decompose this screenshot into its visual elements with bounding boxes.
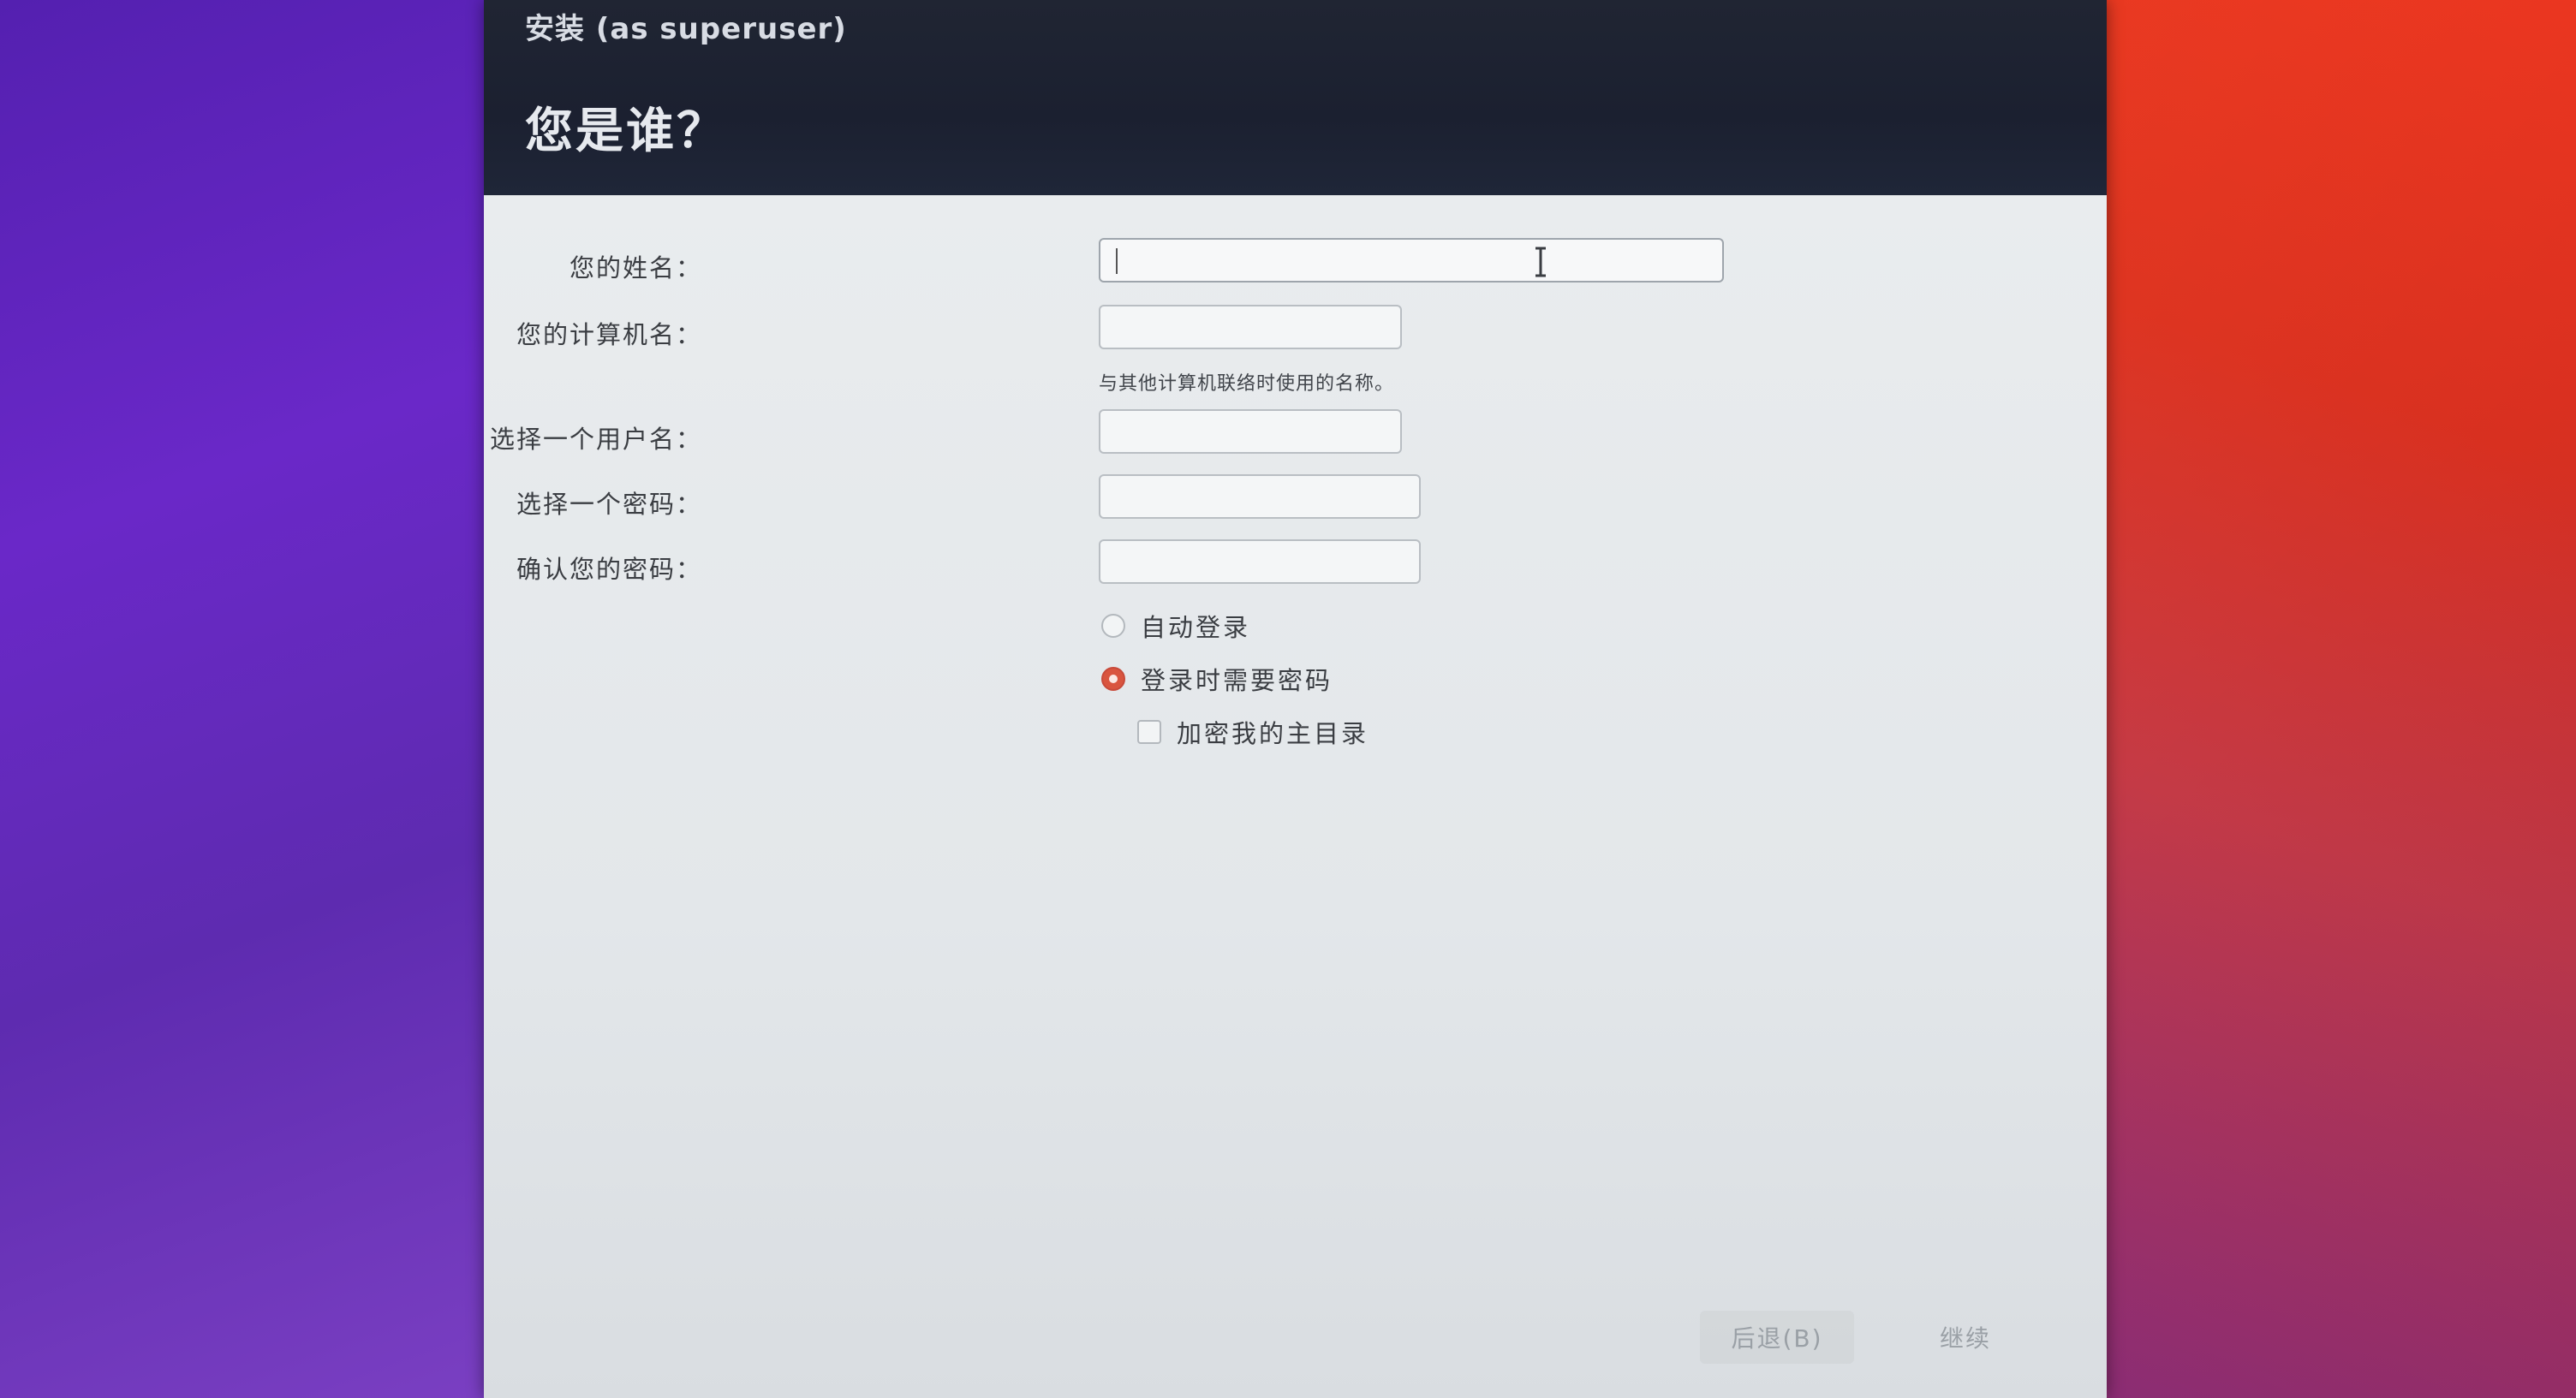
computer-name-hint: 与其他计算机联络时使用的名称。 xyxy=(1099,373,1395,395)
installer-window: 安装 (as superuser) 您是谁？ 您的姓名： 您的计算机名： 与其他… xyxy=(484,0,2107,1398)
confirm-password-input[interactable] xyxy=(1099,539,1421,584)
wallpaper-left xyxy=(0,0,484,1398)
window-header: 安装 (as superuser) 您是谁？ xyxy=(484,0,2107,195)
text-caret xyxy=(1116,248,1118,274)
auto-login-radio[interactable] xyxy=(1101,614,1125,638)
require-password-label: 登录时需要密码 xyxy=(1141,666,1333,695)
continue-button[interactable]: 继续 xyxy=(1897,1311,2034,1364)
encrypt-home-checkbox[interactable] xyxy=(1137,720,1161,744)
form-area: 您的姓名： 您的计算机名： 与其他计算机联络时使用的名称。 选择一个用户名： 选… xyxy=(484,195,2107,1398)
wallpaper-facet xyxy=(2105,0,2576,1398)
name-input[interactable] xyxy=(1099,238,1724,283)
auto-login-option[interactable]: 自动登录 xyxy=(1101,608,1250,644)
require-password-radio[interactable] xyxy=(1101,667,1125,691)
username-label: 选择一个用户名： xyxy=(489,425,702,454)
window-title: 安装 (as superuser) xyxy=(525,12,847,46)
encrypt-home-option[interactable]: 加密我的主目录 xyxy=(1137,714,1368,750)
text-cursor-icon xyxy=(1535,247,1546,277)
password-label: 选择一个密码： xyxy=(516,490,702,519)
password-input[interactable] xyxy=(1099,474,1421,519)
confirm-password-label: 确认您的密码： xyxy=(516,555,702,584)
auto-login-label: 自动登录 xyxy=(1141,613,1251,642)
desktop-background: 安装 (as superuser) 您是谁？ 您的姓名： 您的计算机名： 与其他… xyxy=(0,0,2576,1398)
username-input[interactable] xyxy=(1099,409,1402,454)
require-password-option[interactable]: 登录时需要密码 xyxy=(1101,661,1333,697)
encrypt-home-label: 加密我的主目录 xyxy=(1177,719,1369,748)
name-label: 您的姓名： xyxy=(569,253,702,283)
computer-name-label: 您的计算机名： xyxy=(516,320,702,349)
back-button[interactable]: 后退(B) xyxy=(1700,1311,1854,1364)
page-title: 您是谁？ xyxy=(525,104,727,159)
computer-name-input[interactable] xyxy=(1099,305,1402,349)
